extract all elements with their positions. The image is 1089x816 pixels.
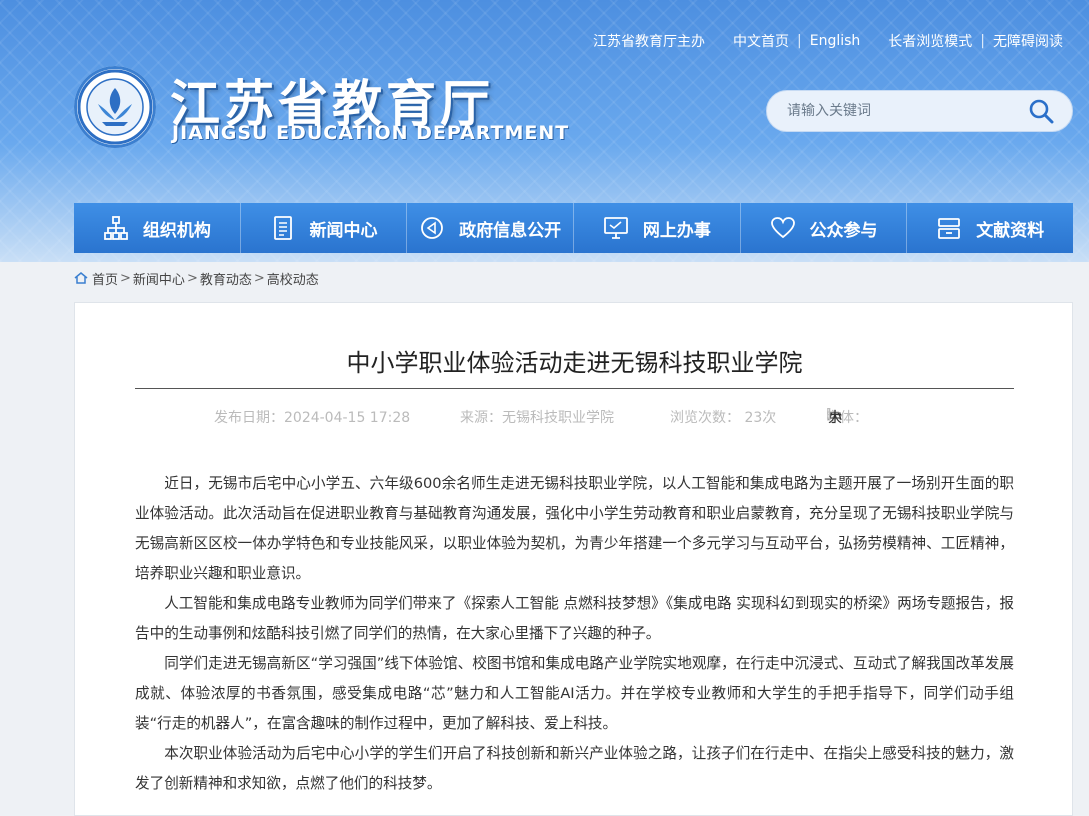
breadcrumb-education-news[interactable]: 教育动态 xyxy=(200,269,252,288)
publish-date: 发布日期：2024-04-15 17:28 xyxy=(214,410,411,426)
font-bracket-close: ] xyxy=(826,407,832,423)
org-chart-icon xyxy=(103,216,128,240)
nav-item-online-service[interactable]: 网上办事 xyxy=(574,203,741,253)
nav-item-gov-info[interactable]: 政府信息公开 xyxy=(407,203,575,253)
article-paragraph: 同学们走进无锡高新区“学习强国”线下体验馆、校图书馆和集成电路产业学院实地观摩，… xyxy=(135,655,1014,732)
home-icon xyxy=(74,272,88,284)
nav-item-news[interactable]: 新闻中心 xyxy=(240,203,408,253)
nav-label: 公众参与 xyxy=(809,220,878,241)
heart-icon xyxy=(770,217,795,239)
accessible-reading-link[interactable]: 无障碍阅读 xyxy=(993,31,1063,51)
sponsor-text: 江苏省教育厅主办 xyxy=(593,34,705,50)
breadcrumb-separator: > xyxy=(120,270,131,286)
site-logo-english: JIANGSU EDUCATION DEPARTMENT xyxy=(172,122,570,144)
nav-item-organization[interactable]: 组织机构 xyxy=(74,203,241,253)
article-title: 中小学职业体验活动走进无锡科技职业学院 xyxy=(346,349,803,377)
article-body: 近日，无锡市后宅中心小学五、六年级600余名师生走进无锡科技职业学院，以人工智能… xyxy=(135,469,1014,799)
article-panel: 中小学职业体验活动走进无锡科技职业学院 发布日期：2024-04-15 17:2… xyxy=(74,302,1073,816)
article-paragraph: 人工智能和集成电路专业教师为同学们带来了《探索人工智能 点燃科技梦想》《集成电路… xyxy=(135,595,1014,642)
breadcrumb-separator: > xyxy=(186,270,198,286)
nav-label: 组织机构 xyxy=(142,220,211,241)
english-link[interactable]: English xyxy=(810,33,861,49)
link-separator: | xyxy=(797,33,802,49)
article-paragraph: 本次职业体验活动为后宅中心小学的学生们开启了科技创新和新兴产业体验之路，让孩子们… xyxy=(135,745,1014,792)
breadcrumb-home[interactable]: 首页 xyxy=(92,269,118,288)
announce-icon xyxy=(421,217,444,239)
link-separator: | xyxy=(980,33,985,49)
search-box xyxy=(766,90,1073,132)
breadcrumb: 首页 > 新闻中心 > 教育动态 > 高校动态 xyxy=(74,269,319,288)
article-paragraph: 近日，无锡市后宅中心小学五、六年级600余名师生走进无锡科技职业学院，以人工智能… xyxy=(135,475,1014,582)
top-links: 江苏省教育厅主办 中文首页 | English 长者浏览模式 | 无障碍阅读 xyxy=(593,32,1063,50)
nav-label: 网上办事 xyxy=(642,220,711,241)
article-meta: 发布日期：2024-04-15 17:28 来源：无锡科技职业学院 浏览次数： … xyxy=(75,407,1074,427)
nav-item-documents[interactable]: 文献资料 xyxy=(907,203,1074,253)
elder-mode-link[interactable]: 长者浏览模式 xyxy=(888,31,972,51)
view-count: 浏览次数： 23次 xyxy=(670,410,777,426)
title-divider xyxy=(135,388,1014,389)
breadcrumb-university-news[interactable]: 高校动态 xyxy=(267,269,319,288)
document-icon xyxy=(273,216,292,240)
archive-icon xyxy=(938,218,961,239)
monitor-icon xyxy=(603,217,628,239)
search-icon[interactable] xyxy=(1028,98,1054,124)
homepage-link[interactable]: 中文首页 xyxy=(733,31,789,51)
article-source: 来源：无锡科技职业学院 xyxy=(460,410,614,426)
nav-label: 新闻中心 xyxy=(309,220,378,241)
nav-item-public-participation[interactable]: 公众参与 xyxy=(740,203,908,253)
breadcrumb-news-center[interactable]: 新闻中心 xyxy=(133,269,185,288)
logo-emblem-icon[interactable] xyxy=(74,66,156,148)
nav-label: 文献资料 xyxy=(976,220,1045,241)
breadcrumb-separator: > xyxy=(253,270,265,286)
main-nav: 组织机构 新闻中心 政府信息公开 网上办事 公众参与 文献资料 xyxy=(74,203,1074,253)
nav-label: 政府信息公开 xyxy=(459,220,562,241)
search-input[interactable] xyxy=(787,91,1017,131)
